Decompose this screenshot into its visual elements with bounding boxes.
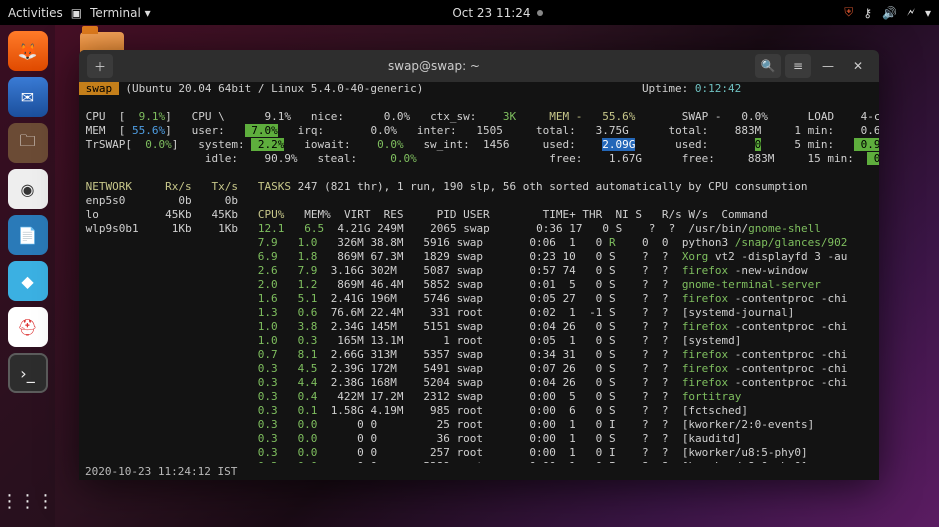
clock[interactable]: Oct 23 11:24 <box>452 6 530 20</box>
terminal-body[interactable]: swap (Ubuntu 20.04 64bit / Linux 5.4.0-4… <box>79 82 879 463</box>
title-bar: ＋ swap@swap: ~ 🔍 ≡ — ✕ <box>79 50 879 82</box>
notification-dot-icon <box>537 10 543 16</box>
dock: 🦊 ✉ 🗀 ◉ 📄 ◆ ⛑ ›_ ⋮⋮⋮ <box>0 25 55 527</box>
gnome-top-bar: Activities ▣ Terminal ▾ Oct 23 11:24 ⛨ ⚷… <box>0 0 939 25</box>
app-menu[interactable]: Terminal ▾ <box>90 6 151 20</box>
dock-terminal[interactable]: ›_ <box>8 353 48 393</box>
shield-icon[interactable]: ⛨ <box>844 5 853 20</box>
dock-thunderbird[interactable]: ✉ <box>8 77 48 117</box>
volume-icon[interactable]: 🔊 <box>882 6 897 20</box>
wifi-icon[interactable]: ⚷ <box>863 6 872 20</box>
dock-rhythmbox[interactable]: ◉ <box>8 169 48 209</box>
terminal-window: ＋ swap@swap: ~ 🔍 ≡ — ✕ swap (Ubuntu 20.0… <box>79 50 879 480</box>
chevron-down-icon[interactable]: ▾ <box>925 6 931 20</box>
dock-firefox[interactable]: 🦊 <box>8 31 48 71</box>
battery-icon[interactable]: 🗲 <box>907 5 915 20</box>
status-line: 2020-10-23 11:24:12 IST <box>79 463 879 480</box>
apps-grid-button[interactable]: ⋮⋮⋮ <box>8 481 48 521</box>
search-button[interactable]: 🔍 <box>755 54 781 78</box>
hamburger-icon: ≡ <box>793 59 803 73</box>
new-tab-button[interactable]: ＋ <box>87 54 113 78</box>
activities-button[interactable]: Activities <box>8 6 63 20</box>
close-icon: ✕ <box>853 59 863 73</box>
hamburger-button[interactable]: ≡ <box>785 54 811 78</box>
dock-screenshot[interactable]: ◆ <box>8 261 48 301</box>
search-icon: 🔍 <box>761 59 776 73</box>
close-button[interactable]: ✕ <box>845 54 871 78</box>
dock-writer[interactable]: 📄 <box>8 215 48 255</box>
minimize-button[interactable]: — <box>815 54 841 78</box>
dock-help[interactable]: ⛑ <box>8 307 48 347</box>
dock-files[interactable]: 🗀 <box>8 123 48 163</box>
window-title: swap@swap: ~ <box>113 59 755 73</box>
terminal-icon: ▣ <box>71 6 82 20</box>
